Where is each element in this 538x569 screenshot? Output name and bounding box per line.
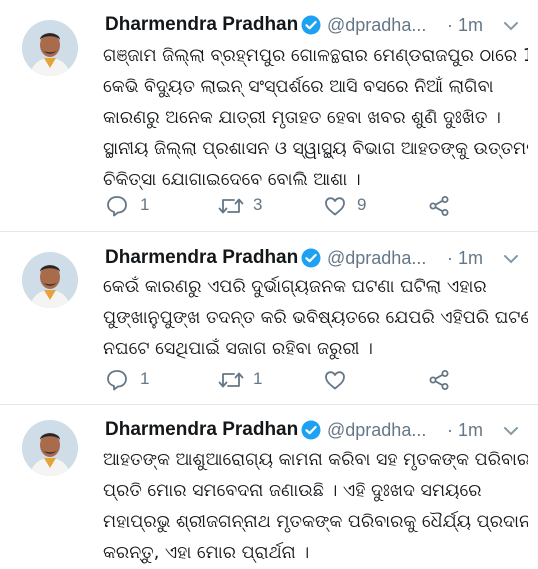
retweet-icon [218, 372, 244, 388]
tweet-text-line: ମହାପ୍ରଭୁ ଶ୍ରୀଜଗନ୍ନାଥ ମୃତକଙ୍କ ପରିବାରକୁ ଧୈ… [103, 512, 528, 532]
tweet-text: ଆହତଙ୍କ ଆଶୁଆରୋଗ୍ୟ କାମନା କରିବା ସହ ମୃତକଙ୍କ … [103, 445, 528, 569]
tweet-actions: 1 1 [105, 367, 465, 393]
avatar[interactable] [22, 252, 78, 308]
author-name[interactable]: Dharmendra Pradhan [105, 14, 298, 36]
tweet-text-line: କରନ୍ତୁ, ଏହା ମୋର ପ୍ରାର୍ଥନା । [103, 543, 310, 563]
tweet-text-line: ଆହତଙ୍କ ଆଶୁଆରୋଗ୍ୟ କାମନା କରିବା ସହ ମୃତକଙ୍କ … [103, 450, 528, 470]
tweet-text-line: କେଭି ବିଦ୍ୟୁତ ଲାଇନ୍ ସଂସ୍ପର୍ଶରେ ଆସି ବସରେ ନ… [103, 77, 494, 97]
tweet[interactable]: Dharmendra Pradhan @dpradha... · 1m ଆହତଙ… [0, 405, 538, 567]
like-icon [325, 371, 345, 390]
author-handle[interactable]: @dpradha... [327, 15, 426, 36]
tweet-actions: 1 3 9 [105, 193, 465, 219]
reply-count: 1 [140, 195, 150, 214]
retweet-count: 3 [253, 195, 263, 214]
tweet-text-line: ଗଞ୍ଜାମ ଜିଲ୍ଲା ବ୍ରହ୍ମପୁର ଗୋଳନ୍ଥରାର ମେଣ୍ଡର… [103, 46, 528, 66]
chevron-down-icon[interactable] [503, 253, 519, 265]
tweet[interactable]: Dharmendra Pradhan @dpradha... · 1m କେଉଁ… [0, 232, 538, 404]
verified-badge-icon [301, 248, 321, 268]
like-count: 9 [357, 195, 367, 214]
reply-icon [107, 196, 127, 217]
avatar[interactable] [22, 20, 78, 76]
tweet-text: ଗଞ୍ଜାମ ଜିଲ୍ଲା ବ୍ରହ୍ମପୁର ଗୋଳନ୍ଥରାର ମେଣ୍ଡର… [103, 41, 528, 196]
tweet-header: Dharmendra Pradhan @dpradha... · 1m [105, 419, 528, 447]
tweet-text-line: ନଘଟେ ସେଥିପାଇଁ ସଜାଗ ରହିବା ଜରୁରୀ । [103, 339, 373, 359]
share-icon [429, 370, 449, 390]
reply-icon [107, 370, 127, 391]
tweet-text-line: ପ୍ରତି ମୋର ସମବେଦନା ଜଣାଉଛି । ଏହି ଦୁଃଖଦ ସମୟ… [103, 481, 482, 501]
author-name[interactable]: Dharmendra Pradhan [105, 247, 298, 269]
tweet-text-line: ପୁଙ୍ଖାନୁପୁଙ୍ଖ ତଦନ୍ତ କରି ଭବିଷ୍ୟତରେ ଯେପରି … [103, 308, 528, 328]
like-icon [325, 197, 345, 216]
author-handle[interactable]: @dpradha... [327, 248, 426, 269]
tweet-text: କେଉଁ କାରଣରୁ ଏପରି ଦୁର୍ଭାଗ୍ୟଜନକ ଘଟଣା ଘଟିଲା… [103, 272, 528, 365]
chevron-down-icon[interactable] [503, 425, 519, 437]
tweet-time[interactable]: · 1m [447, 248, 483, 269]
retweet-count: 1 [253, 369, 263, 388]
verified-badge-icon [301, 15, 321, 35]
avatar[interactable] [22, 420, 78, 476]
tweet-time[interactable]: · 1m [447, 420, 483, 441]
tweet-time[interactable]: · 1m [447, 15, 483, 36]
tweet-text-line: କାରଣରୁ ଅନେକ ଯାତ୍ରୀ ମୃତାହତ ହେବା ଖବର ଶୁଣି … [103, 108, 501, 128]
author-handle[interactable]: @dpradha... [327, 420, 426, 441]
reply-count: 1 [140, 369, 150, 388]
tweet-feed: Dharmendra Pradhan @dpradha... · 1m ଗଞ୍ଜ… [0, 0, 538, 567]
retweet-icon [218, 198, 244, 214]
chevron-down-icon[interactable] [503, 20, 519, 32]
share-icon [429, 196, 449, 216]
tweet-header: Dharmendra Pradhan @dpradha... · 1m [105, 14, 528, 42]
tweet-header: Dharmendra Pradhan @dpradha... · 1m [105, 247, 528, 275]
tweet-text-line: ସ୍ଥାନୀୟ ଜିଲ୍ଲା ପ୍ରଶାସନ ଓ ସ୍ୱାସ୍ଥ୍ୟ ବିଭାଗ… [103, 139, 528, 159]
verified-badge-icon [301, 420, 321, 440]
tweet-text-line: ଚିକିତ୍ସା ଯୋଗାଇଦେବେ ବୋଲି ଆଶା । [103, 170, 361, 190]
tweet[interactable]: Dharmendra Pradhan @dpradha... · 1m ଗଞ୍ଜ… [0, 0, 538, 231]
author-name[interactable]: Dharmendra Pradhan [105, 419, 298, 441]
tweet-text-line: କେଉଁ କାରଣରୁ ଏପରି ଦୁର୍ଭାଗ୍ୟଜନକ ଘଟଣା ଘଟିଲା… [103, 277, 487, 297]
